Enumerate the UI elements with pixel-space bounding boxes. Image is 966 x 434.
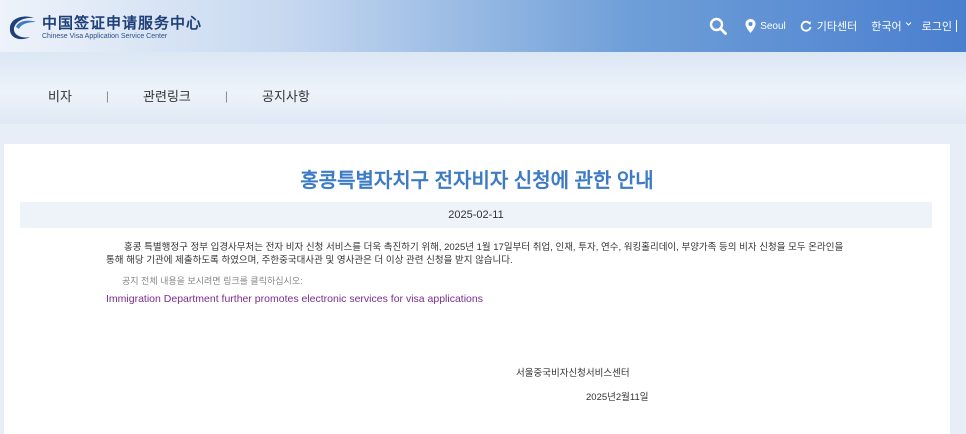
notice-link[interactable]: Immigration Department further promotes … (106, 293, 483, 305)
search-icon (709, 17, 728, 35)
nav-item-visa[interactable]: 비자 (48, 86, 72, 105)
nav-item-notices[interactable]: 공지사항 (262, 86, 310, 105)
login-link[interactable]: 로그인 (922, 18, 960, 34)
nav-separator: | (105, 88, 110, 103)
signature-organization: 서울중국비자신청서비스센터 (516, 368, 630, 379)
nav-item-related-links[interactable]: 관련링크 (143, 86, 191, 105)
link-hint: 공지 전체 내용을 보시려면 링크를 클릭하십시오: (122, 276, 303, 286)
page-title: 홍콩특별자치구 전자비자 신청에 관한 안내 (300, 170, 654, 192)
location-label: Seoul (760, 20, 786, 32)
logo[interactable]: 中国签证申请服务中心 Chinese Visa Application Serv… (6, 8, 206, 46)
login-label: 로그인 (921, 21, 952, 33)
header-toolbar: Seoul 기타센터 한국어 로그인 (709, 0, 966, 52)
language-selector[interactable]: 한국어 (871, 18, 911, 34)
chevron-down-icon (905, 22, 911, 26)
notice-body: 홍콩 특별행정구 정부 입경사무처는 전자 비자 신청 서비스를 더욱 촉진하기… (106, 242, 844, 266)
logo-chinese-name: 中国签证申请服务中心 (42, 14, 203, 32)
logo-english-name: Chinese Visa Application Service Center (42, 33, 168, 40)
main-nav: 비자 | 관련링크 | 공지사항 (48, 86, 310, 105)
nav-band: 비자 | 관련링크 | 공지사항 (0, 52, 966, 124)
top-header: 中国签证申请服务中心 Chinese Visa Application Serv… (0, 0, 966, 52)
notice-card: 홍콩특별자치구 전자비자 신청에 관한 안내 2025-02-11 홍콩 특별행… (4, 144, 950, 434)
logo-mark-icon (9, 16, 36, 40)
signature-date: 2025년2월11일 (586, 392, 649, 403)
other-centers-label: 기타센터 (816, 21, 858, 33)
search-button[interactable] (709, 17, 728, 35)
location-selector[interactable]: Seoul (745, 19, 786, 33)
notice-date: 2025-02-11 (20, 202, 932, 228)
nav-separator: | (224, 88, 229, 103)
language-label: 한국어 (871, 21, 902, 33)
location-pin-icon (745, 19, 756, 33)
other-centers-link[interactable]: 기타센터 (800, 18, 857, 34)
refresh-icon (800, 20, 812, 32)
header-divider (956, 20, 957, 32)
